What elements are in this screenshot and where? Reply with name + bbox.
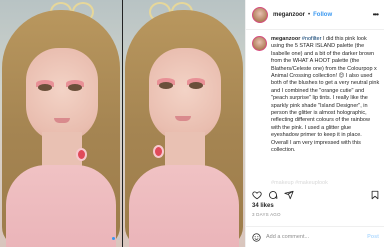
- caption-faded-line: #makeup #makeuplook: [271, 180, 328, 186]
- photo-right: [123, 0, 245, 247]
- caption-hashtag[interactable]: #nofilter: [302, 36, 322, 42]
- comment-composer: Post: [246, 226, 384, 247]
- post-sidebar: meganzoor • Follow ••• meganzoor #nofilt…: [245, 0, 384, 247]
- more-horizontal-icon[interactable]: •••: [373, 10, 379, 19]
- follow-button[interactable]: Follow: [313, 12, 332, 18]
- carousel-dot[interactable]: [117, 237, 120, 240]
- heart-icon[interactable]: [252, 190, 262, 200]
- caption-text: meganzoor #nofilter I did this pink look…: [271, 36, 380, 155]
- carousel-dot[interactable]: [112, 237, 115, 240]
- earring-image: [153, 145, 164, 158]
- bookmark-icon[interactable]: [370, 190, 380, 200]
- photo-left: [0, 0, 122, 247]
- username-link[interactable]: meganzoor: [273, 12, 305, 18]
- action-bar: [252, 189, 380, 201]
- caption-body: I did this pink look using the 5 STAR IS…: [271, 36, 380, 154]
- post-header: meganzoor • Follow •••: [246, 0, 384, 30]
- comment-input[interactable]: [266, 234, 368, 240]
- carousel-indicator: [112, 237, 120, 240]
- instagram-post: meganzoor • Follow ••• meganzoor #nofilt…: [0, 0, 384, 247]
- post-comment-button[interactable]: Post: [367, 234, 379, 240]
- smiley-icon[interactable]: [252, 232, 261, 242]
- comment-icon[interactable]: [268, 190, 278, 200]
- earring-image: [76, 148, 87, 161]
- share-icon[interactable]: [284, 190, 294, 200]
- timestamp[interactable]: 3 DAYS AGO: [252, 212, 281, 217]
- caption-block: meganzoor #nofilter I did this pink look…: [252, 36, 380, 155]
- like-count[interactable]: 34 likes: [252, 203, 274, 209]
- caption-username[interactable]: meganzoor: [271, 36, 300, 42]
- avatar[interactable]: [252, 6, 268, 23]
- post-media-carousel[interactable]: [0, 0, 245, 247]
- separator-dot: •: [308, 11, 311, 18]
- avatar[interactable]: [252, 36, 267, 51]
